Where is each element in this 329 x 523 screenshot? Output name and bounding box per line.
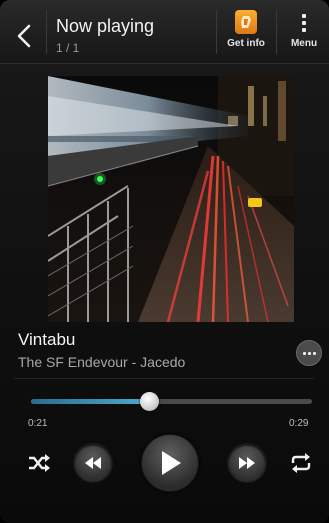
vertical-dots-icon bbox=[302, 14, 306, 32]
play-icon bbox=[162, 451, 181, 475]
divider bbox=[276, 10, 277, 54]
total-time: 0:29 bbox=[289, 418, 309, 429]
repeat-icon bbox=[291, 453, 311, 473]
shuffle-button[interactable] bbox=[24, 448, 54, 478]
back-button[interactable] bbox=[8, 16, 40, 56]
divider bbox=[46, 10, 47, 54]
menu-label: Menu bbox=[290, 38, 318, 49]
previous-button[interactable] bbox=[73, 443, 113, 483]
fast-forward-icon bbox=[239, 457, 255, 469]
track-artist-album: The SF Endevour - Jacedo bbox=[18, 354, 186, 370]
track-title: Vintabu bbox=[18, 330, 76, 349]
top-bar: Now playing 1 / 1 Get info Menu bbox=[0, 0, 329, 64]
album-art-image bbox=[48, 76, 294, 322]
get-info-button[interactable]: Get info bbox=[222, 10, 270, 58]
menu-button[interactable]: Menu bbox=[282, 10, 326, 58]
more-options-button[interactable] bbox=[296, 340, 322, 366]
get-info-label: Get info bbox=[227, 38, 265, 49]
play-button[interactable] bbox=[141, 434, 199, 492]
chevron-left-icon bbox=[17, 24, 31, 48]
divider bbox=[14, 378, 314, 379]
elapsed-time: 0:21 bbox=[28, 418, 48, 429]
queue-position: 1 / 1 bbox=[56, 41, 80, 55]
divider bbox=[216, 10, 217, 54]
next-button[interactable] bbox=[227, 443, 267, 483]
get-info-icon bbox=[235, 10, 257, 34]
seek-bar-progress bbox=[31, 399, 150, 404]
shuffle-icon bbox=[29, 454, 50, 472]
rewind-icon bbox=[85, 457, 101, 469]
repeat-button[interactable] bbox=[286, 448, 316, 478]
page-title: Now playing bbox=[56, 16, 155, 36]
now-playing-screen: Now playing 1 / 1 Get info Menu Vintabu … bbox=[0, 0, 329, 523]
seek-bar[interactable] bbox=[31, 399, 312, 404]
album-art bbox=[48, 76, 294, 322]
more-options-icon bbox=[302, 351, 306, 355]
seek-bar-thumb[interactable] bbox=[139, 392, 159, 411]
